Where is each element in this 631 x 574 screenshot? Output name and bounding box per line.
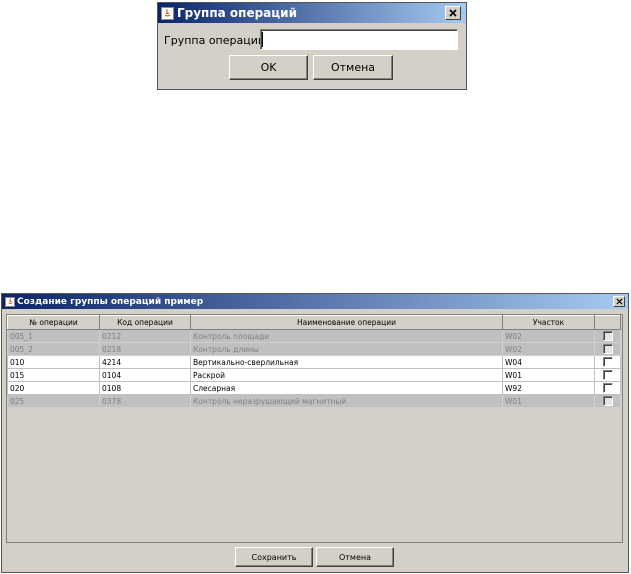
column-header-code[interactable]: Код операции xyxy=(99,315,191,330)
cell-operation-number: 015 xyxy=(7,368,100,382)
table-row[interactable]: 025 0378 Контроль неразрушающий магнитный W… xyxy=(7,394,621,408)
operations-table: № операции Код операции Наименование опе… xyxy=(7,315,621,408)
cell-area: W01 xyxy=(502,368,595,382)
cell-operation-code: 0104 xyxy=(99,368,191,382)
cell-select xyxy=(594,329,621,343)
cell-operation-number: 005_2 xyxy=(7,342,100,356)
cancel-button[interactable]: Отмена xyxy=(313,55,393,80)
group-name-label: Группа операций: xyxy=(164,34,269,47)
operations-table-panel[interactable]: № операции Код операции Наименование опе… xyxy=(6,314,623,543)
cell-area: W92 xyxy=(502,381,595,395)
cell-area: W02 xyxy=(502,329,595,343)
table-row[interactable]: 015 0104 Раскрой W01 xyxy=(7,368,621,382)
close-button[interactable] xyxy=(445,6,461,20)
cell-select xyxy=(594,355,621,369)
cell-area: W01 xyxy=(502,394,595,408)
column-header-area[interactable]: Участок xyxy=(502,315,595,330)
cell-select xyxy=(594,368,621,382)
dialog-titlebar[interactable]: Создание группы операций пример xyxy=(2,294,628,309)
row-select-checkbox xyxy=(602,331,613,341)
cell-select xyxy=(594,381,621,395)
group-name-input[interactable] xyxy=(260,29,458,50)
cell-operation-code: 0108 xyxy=(99,381,191,395)
cancel-button[interactable]: Отмена xyxy=(316,547,394,567)
close-button[interactable] xyxy=(613,296,625,307)
save-button[interactable]: Сохранить xyxy=(235,547,313,567)
cell-operation-number: 020 xyxy=(7,381,100,395)
close-icon xyxy=(449,9,457,17)
cell-operation-code: 0218 xyxy=(99,342,191,356)
java-app-icon xyxy=(5,296,15,307)
table-row[interactable]: 020 0108 Слесарная W92 xyxy=(7,381,621,395)
table-row[interactable]: 005_1 0212 Контроль площади W02 xyxy=(7,329,621,343)
row-select-checkbox xyxy=(602,396,613,406)
cell-select xyxy=(594,342,621,356)
close-icon xyxy=(615,298,623,305)
cell-select xyxy=(594,394,621,408)
cell-operation-code: 0378 xyxy=(99,394,191,408)
cell-operation-number: 025 xyxy=(7,394,100,408)
row-select-checkbox[interactable] xyxy=(602,370,613,380)
cell-operation-name: Раскрой xyxy=(190,368,503,382)
column-header-number[interactable]: № операции xyxy=(7,315,100,330)
create-group-dialog: Создание группы операций пример № операц… xyxy=(1,293,629,573)
cell-operation-code: 4214 xyxy=(99,355,191,369)
dialog-title: Создание группы операций пример xyxy=(17,296,204,307)
cell-area: W02 xyxy=(502,342,595,356)
group-operations-dialog: Группа операций Группа операций: OK Отме… xyxy=(157,2,467,90)
row-select-checkbox[interactable] xyxy=(602,357,613,367)
row-select-checkbox xyxy=(602,344,613,354)
cell-area: W04 xyxy=(502,355,595,369)
dialog-titlebar[interactable]: Группа операций xyxy=(158,3,466,23)
table-row[interactable]: 005_2 0218 Контроль длины W02 xyxy=(7,342,621,356)
text-caret xyxy=(262,32,263,47)
cell-operation-name: Контроль неразрушающий магнитный xyxy=(190,394,503,408)
cell-operation-name: Вертикально-сверлильная xyxy=(190,355,503,369)
java-app-icon xyxy=(161,6,174,20)
cell-operation-name: Слесарная xyxy=(190,381,503,395)
table-row[interactable]: 010 4214 Вертикально-сверлильная W04 xyxy=(7,355,621,369)
cell-operation-number: 010 xyxy=(7,355,100,369)
cell-operation-name: Контроль площади xyxy=(190,329,503,343)
table-header-row: № операции Код операции Наименование опе… xyxy=(7,315,621,330)
ok-button[interactable]: OK xyxy=(229,55,308,80)
cell-operation-code: 0212 xyxy=(99,329,191,343)
row-select-checkbox[interactable] xyxy=(602,383,613,393)
cell-operation-number: 005_1 xyxy=(7,329,100,343)
dialog-title: Группа операций xyxy=(177,6,297,20)
column-header-select[interactable] xyxy=(594,315,621,330)
cell-operation-name: Контроль длины xyxy=(190,342,503,356)
column-header-name[interactable]: Наименование операции xyxy=(190,315,503,330)
